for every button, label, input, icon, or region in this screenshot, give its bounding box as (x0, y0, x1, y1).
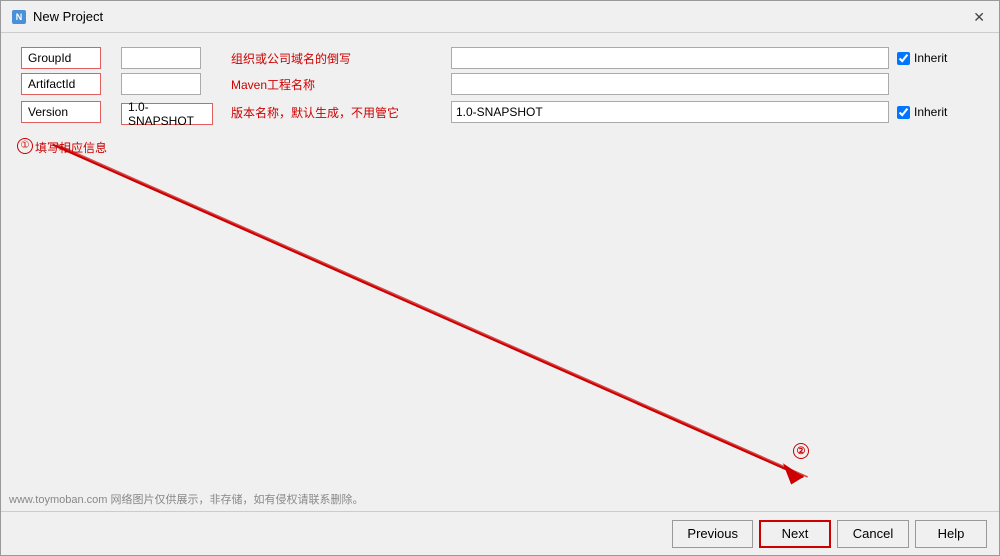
dialog-content: GroupId 组织或公司域名的倒写 In (1, 33, 999, 511)
version-row: Version 1.0-SNAPSHOT 版本名称，默认生成，不用管它 (17, 97, 983, 127)
artifactid-row: ArtifactId Maven工程名称 (17, 71, 983, 97)
groupid-inherit-cell: Inherit (893, 45, 983, 71)
title-bar: N New Project ✕ (1, 1, 999, 33)
version-description: 版本名称，默认生成，不用管它 (231, 106, 399, 120)
groupid-input-cell[interactable] (447, 45, 893, 71)
annotation1-text: 填写相应信息 (35, 139, 107, 156)
version-value-cell: 1.0-SNAPSHOT (117, 97, 217, 127)
groupid-inherit-checkbox[interactable] (897, 52, 910, 65)
artifactid-label: ArtifactId (21, 73, 101, 95)
annotation2-circle: ② (793, 443, 809, 459)
groupid-description: 组织或公司域名的倒写 (231, 52, 351, 66)
dialog-footer: Previous Next Cancel Help (1, 511, 999, 555)
groupid-row: GroupId 组织或公司域名的倒写 In (17, 45, 983, 71)
artifactid-main-input[interactable] (451, 73, 889, 95)
version-inherit-text: Inherit (914, 105, 947, 119)
artifactid-input[interactable] (121, 73, 201, 95)
groupid-inherit-label[interactable]: Inherit (897, 51, 979, 65)
groupid-label-cell: GroupId (17, 45, 117, 71)
version-inherit-checkbox[interactable] (897, 106, 910, 119)
dialog-window: N New Project ✕ GroupId (0, 0, 1000, 556)
title-bar-left: N New Project (11, 9, 103, 25)
previous-button[interactable]: Previous (672, 520, 753, 548)
watermark: www.toymoban.com 网络图片仅供展示，非存储，如有侵权请联系删除。 (9, 491, 363, 507)
version-desc-cell: 版本名称，默认生成，不用管它 (227, 97, 447, 127)
artifactid-input-cell[interactable] (447, 71, 893, 97)
groupid-value-cell[interactable] (117, 45, 217, 71)
help-button[interactable]: Help (915, 520, 987, 548)
version-value: 1.0-SNAPSHOT (121, 103, 213, 125)
version-input-cell[interactable] (447, 97, 893, 127)
groupid-inherit-text: Inherit (914, 51, 947, 65)
window-title: New Project (33, 9, 103, 24)
groupid-main-input[interactable] (451, 47, 889, 69)
groupid-input[interactable] (121, 47, 201, 69)
version-label: Version (21, 101, 101, 123)
version-inherit-label[interactable]: Inherit (897, 105, 979, 119)
version-label-cell: Version (17, 97, 117, 127)
artifactid-description: Maven工程名称 (231, 78, 315, 92)
svg-text:N: N (16, 12, 23, 22)
artifactid-desc-cell: Maven工程名称 (227, 71, 447, 97)
next-button[interactable]: Next (759, 520, 831, 548)
annotation2-container: ② (793, 443, 809, 459)
cancel-button[interactable]: Cancel (837, 520, 909, 548)
groupid-label: GroupId (21, 47, 101, 69)
close-button[interactable]: ✕ (969, 10, 989, 24)
version-main-input[interactable] (451, 101, 889, 123)
version-inherit-cell: Inherit (893, 97, 983, 127)
app-icon: N (11, 9, 27, 25)
annotation1-circle: ① (17, 138, 33, 154)
annotation1-container: ① 填写相应信息 (17, 135, 983, 156)
artifactid-value-cell[interactable] (117, 71, 217, 97)
groupid-desc-cell: 组织或公司域名的倒写 (227, 45, 447, 71)
form-table: GroupId 组织或公司域名的倒写 In (17, 45, 983, 127)
artifactid-label-cell: ArtifactId (17, 71, 117, 97)
